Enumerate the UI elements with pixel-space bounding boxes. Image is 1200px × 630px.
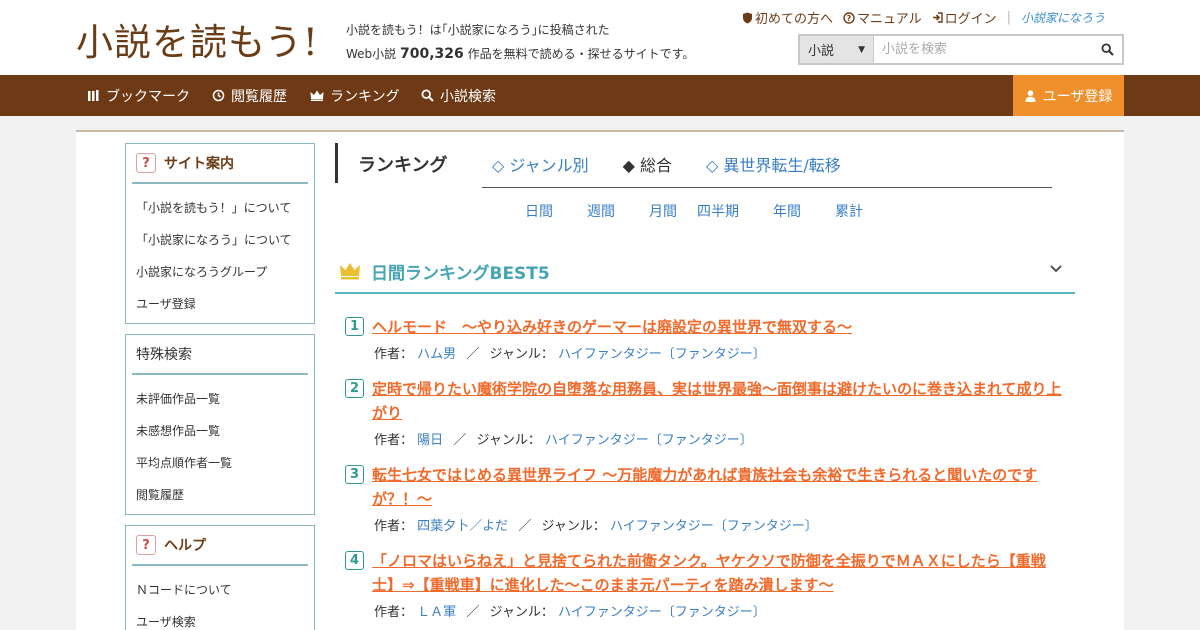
sidebar-item-ncode[interactable]: Ｎコードについて <box>126 574 314 606</box>
sidebar-help: ? ヘルプ Ｎコードについて ユーザ検索 <box>125 525 315 630</box>
novel-title-link[interactable]: ヘルモード ～やり込み好きのゲーマーは廃設定の異世界で無双する～ <box>372 315 852 339</box>
genre-link[interactable]: ハイファンタジー〔ファンタジー〕 <box>558 605 766 620</box>
sidebar-special-search: 特殊検索 未評価作品一覧 未感想作品一覧 平均点順作者一覧 閲覧履歴 <box>125 334 315 515</box>
nav-history[interactable]: 閲覧履歴 <box>212 75 287 116</box>
sidebar-item-history[interactable]: 閲覧履歴 <box>126 479 314 511</box>
tab-isekai[interactable]: ◇ 異世界転生/転移 <box>706 152 841 176</box>
history-icon <box>212 89 225 102</box>
link-login[interactable]: ログイン <box>932 8 997 27</box>
rank-number: 2 <box>345 379 364 398</box>
entry-meta: 作者： 四葉夕卜／よだ ／ ジャンル： ハイファンタジー〔ファンタジー〕 <box>374 519 818 534</box>
novel-title-link[interactable]: 転生七女ではじめる異世界ライフ 〜万能魔力があれば貴族社会も余裕で生きられると聞… <box>372 463 1065 511</box>
novel-title-link[interactable]: 「ノロマはいらねえ」と見捨てられた前衛タンク。ヤケクソで防御を全振りでＭＡＸにし… <box>372 549 1065 597</box>
site-guide-header: ? サイト案内 <box>132 144 308 184</box>
novel-title-link[interactable]: 定時で帰りたい魔術学院の自堕落な用務員、実は世界最強～面倒事は避けたいのに巻き込… <box>372 377 1065 425</box>
help-header: ? ヘルプ <box>132 526 308 566</box>
top-links: 初めての方へ ? マニュアル ログイン | 小説家になろう <box>742 8 1105 27</box>
crown-icon <box>340 263 360 280</box>
ranking-title: ランキング <box>358 155 448 176</box>
narou-logo[interactable]: 小説家になろう <box>1021 9 1105 26</box>
search-icon <box>421 89 434 102</box>
search-icon <box>1100 43 1114 56</box>
author-link[interactable]: 陽日 <box>417 433 443 448</box>
genre-link[interactable]: ハイファンタジー〔ファンタジー〕 <box>545 433 753 448</box>
search-input[interactable] <box>874 36 1092 63</box>
user-icon <box>1025 89 1036 102</box>
site-tagline: 小説を読もう！は｢小説家になろう｣に投稿された Web小説 700,326 作品… <box>346 18 694 66</box>
tab-genre[interactable]: ◇ ジャンル別 <box>492 152 589 176</box>
link-beginners[interactable]: 初めての方へ <box>742 8 833 27</box>
help-circle-icon: ? <box>843 11 855 24</box>
question-icon: ? <box>136 153 156 173</box>
period-weekly[interactable]: 週間 <box>587 201 649 221</box>
rank-number: 3 <box>345 465 364 484</box>
genre-link[interactable]: ハイファンタジー〔ファンタジー〕 <box>558 347 766 362</box>
nav-ranking[interactable]: ランキング <box>310 75 400 116</box>
rank-number: 4 <box>345 551 364 570</box>
divider: | <box>1006 10 1012 25</box>
best5-header[interactable]: 日間ランキングBEST5 <box>335 250 1075 294</box>
period-total[interactable]: 累計 <box>835 201 863 221</box>
tagline-prefix: Web小説 <box>346 47 397 61</box>
ranking-entry: 3 転生七女ではじめる異世界ライフ 〜万能魔力があれば貴族社会も余裕で生きられる… <box>345 463 1065 534</box>
period-quarterly[interactable]: 四半期 <box>697 201 773 221</box>
search-category-select[interactable]: 小説 ▼ <box>800 36 874 63</box>
best5-title: 日間ランキングBEST5 <box>371 263 550 284</box>
tagline-line2: Web小説 700,326 作品を無料で読める・探せるサイトです。 <box>346 42 694 66</box>
tab-divider <box>482 187 1052 188</box>
shield-icon <box>743 12 752 23</box>
period-tabs: 日間 週間 月間 四半期 年間 累計 <box>525 201 863 221</box>
entry-meta: 作者： ハム男 ／ ジャンル： ハイファンタジー〔ファンタジー〕 <box>374 347 766 362</box>
sidebar-item-narou-group[interactable]: 小説家になろうグループ <box>126 256 314 288</box>
chevron-down-icon <box>1050 265 1062 273</box>
question-icon: ? <box>136 535 156 555</box>
ranking-entry: 4 「ノロマはいらねえ」と見捨てられた前衛タンク。ヤケクソで防御を全振りでＭＡＸ… <box>345 549 1065 620</box>
author-link[interactable]: 四葉夕卜／よだ <box>417 519 508 534</box>
sidebar-item-user-search[interactable]: ユーザ検索 <box>126 606 314 630</box>
tagline-suffix: 作品を無料で読める・探せるサイトです。 <box>467 47 695 61</box>
entry-meta: 作者： ＬＡ軍 ／ ジャンル： ハイファンタジー〔ファンタジー〕 <box>374 605 766 620</box>
rank-number: 1 <box>345 317 364 336</box>
ranking-tabs: ◇ ジャンル別 ◆ 総合 ◇ 異世界転生/転移 <box>492 152 841 176</box>
ranking-entry: 2 定時で帰りたい魔術学院の自堕落な用務員、実は世界最強～面倒事は避けたいのに巻… <box>345 377 1065 448</box>
period-yearly[interactable]: 年間 <box>773 201 835 221</box>
nav-novel-search[interactable]: 小説検索 <box>421 75 496 116</box>
search-bar: 小説 ▼ <box>798 34 1124 65</box>
sidebar-item-about-yomou[interactable]: 「小説を読もう！」について <box>126 192 314 224</box>
search-button[interactable] <box>1092 36 1122 63</box>
sidebar-item-unrated[interactable]: 未評価作品一覧 <box>126 383 314 415</box>
sidebar-item-about-narou[interactable]: 「小説家になろう」について <box>126 224 314 256</box>
caret-down-icon: ▼ <box>858 44 865 55</box>
author-link[interactable]: ハム男 <box>417 347 456 362</box>
sidebar-site-guide: ? サイト案内 「小説を読もう！」について 「小説家になろう」について 小説家に… <box>125 143 315 324</box>
svg-text:?: ? <box>847 14 852 23</box>
sidebar-item-user-register[interactable]: ユーザ登録 <box>126 288 314 320</box>
site-logo[interactable]: 小説を読もう! <box>76 12 319 66</box>
ranking-entry: 1 ヘルモード ～やり込み好きのゲーマーは廃設定の異世界で無双する～ 作者： ハ… <box>345 315 1065 362</box>
special-search-header: 特殊検索 <box>132 335 308 375</box>
author-link[interactable]: ＬＡ軍 <box>417 605 456 620</box>
ranking-title-bar <box>335 143 338 183</box>
work-count: 700,326 <box>400 46 464 62</box>
crown-icon <box>310 90 324 101</box>
login-icon <box>932 12 943 23</box>
period-monthly[interactable]: 月間 <box>649 201 697 221</box>
entry-meta: 作者： 陽日 ／ ジャンル： ハイファンタジー〔ファンタジー〕 <box>374 433 753 448</box>
bookmark-icon <box>88 90 99 101</box>
sidebar-item-no-review[interactable]: 未感想作品一覧 <box>126 415 314 447</box>
site-header: 小説を読もう! 小説を読もう！は｢小説家になろう｣に投稿された Web小説 70… <box>0 0 1200 75</box>
tab-overall[interactable]: ◆ 総合 <box>623 152 672 176</box>
register-button[interactable]: ユーザ登録 <box>1013 75 1124 116</box>
tagline-line1: 小説を読もう！は｢小説家になろう｣に投稿された <box>346 23 610 37</box>
nav-bookmark[interactable]: ブックマーク <box>88 75 190 116</box>
genre-link[interactable]: ハイファンタジー〔ファンタジー〕 <box>610 519 818 534</box>
sidebar-item-avg-authors[interactable]: 平均点順作者一覧 <box>126 447 314 479</box>
link-manual[interactable]: ? マニュアル <box>843 8 922 27</box>
period-daily[interactable]: 日間 <box>525 201 587 221</box>
